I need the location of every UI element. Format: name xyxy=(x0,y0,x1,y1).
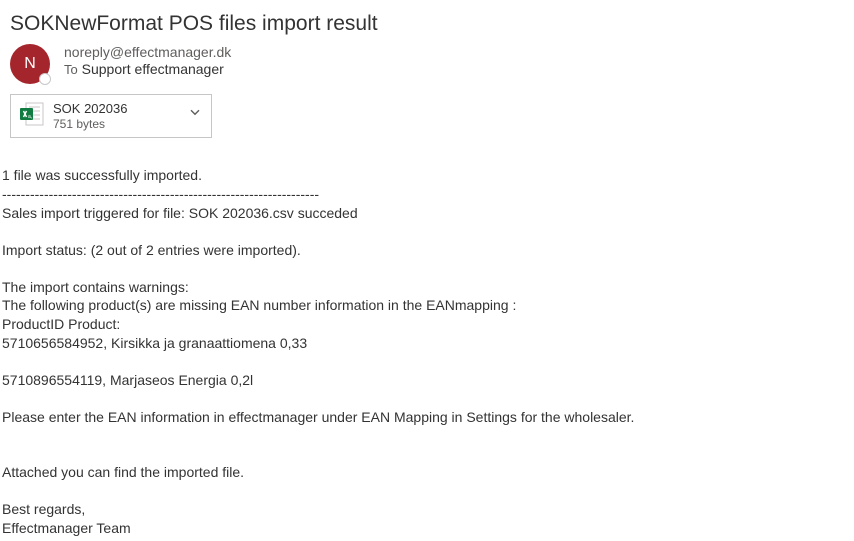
body-product-header: ProductID Product: xyxy=(2,315,852,334)
attachment-chip[interactable]: a, SOK 202036 751 bytes xyxy=(10,94,212,138)
body-warnings-intro: The following product(s) are missing EAN… xyxy=(2,296,852,315)
to-label: To xyxy=(64,62,78,77)
excel-file-icon: a, xyxy=(19,101,45,132)
body-trigger-line: Sales import triggered for file: SOK 202… xyxy=(2,204,852,223)
product2-name: Marjaseos Energia 0,2l xyxy=(110,372,253,388)
body-trigger-filename: SOK 202036.csv xyxy=(189,205,294,221)
chevron-down-icon[interactable] xyxy=(189,105,201,123)
body-regards: Best regards, xyxy=(2,500,852,519)
to-recipient: Support effectmanager xyxy=(82,61,224,77)
svg-text:a,: a, xyxy=(28,114,32,120)
presence-indicator-icon xyxy=(39,73,51,85)
body-instruction: Please enter the EAN information in effe… xyxy=(2,408,852,427)
email-body: 1 file was successfully imported. ------… xyxy=(0,138,854,538)
product1-name: Kirsikka ja granaattiomena 0,33 xyxy=(111,335,307,351)
to-line: To Support effectmanager xyxy=(64,61,231,77)
body-import-status: Import status: (2 out of 2 entries were … xyxy=(2,241,852,260)
product2-id: 5710896554119, xyxy=(2,372,106,388)
sender-info: noreply@effectmanager.dk To Support effe… xyxy=(64,44,231,77)
attachment-container: a, SOK 202036 751 bytes xyxy=(0,84,854,138)
product1-id: 5710656584952, xyxy=(2,335,107,351)
body-product-1: 5710656584952, Kirsikka ja granaattiomen… xyxy=(2,334,852,353)
avatar-initial: N xyxy=(24,55,36,73)
from-address: noreply@effectmanager.dk xyxy=(64,44,231,60)
body-signature: Effectmanager Team xyxy=(2,519,852,538)
body-product-2: 5710896554119, Marjaseos Energia 0,2l xyxy=(2,371,852,390)
attachment-text: SOK 202036 751 bytes xyxy=(53,101,127,131)
email-header: N noreply@effectmanager.dk To Support ef… xyxy=(0,40,854,84)
body-trigger-prefix: Sales import triggered for file: xyxy=(2,205,185,221)
body-warnings-header: The import contains warnings: xyxy=(2,278,852,297)
attachment-size: 751 bytes xyxy=(53,117,127,131)
avatar: N xyxy=(10,44,50,84)
body-success-line: 1 file was successfully imported. xyxy=(2,166,852,185)
attachment-name: SOK 202036 xyxy=(53,101,127,117)
email-subject: SOKNewFormat POS files import result xyxy=(0,0,854,40)
body-divider: ----------------------------------------… xyxy=(2,185,852,204)
body-trigger-status: succeded xyxy=(298,205,358,221)
body-attached-note: Attached you can find the imported file. xyxy=(2,463,852,482)
